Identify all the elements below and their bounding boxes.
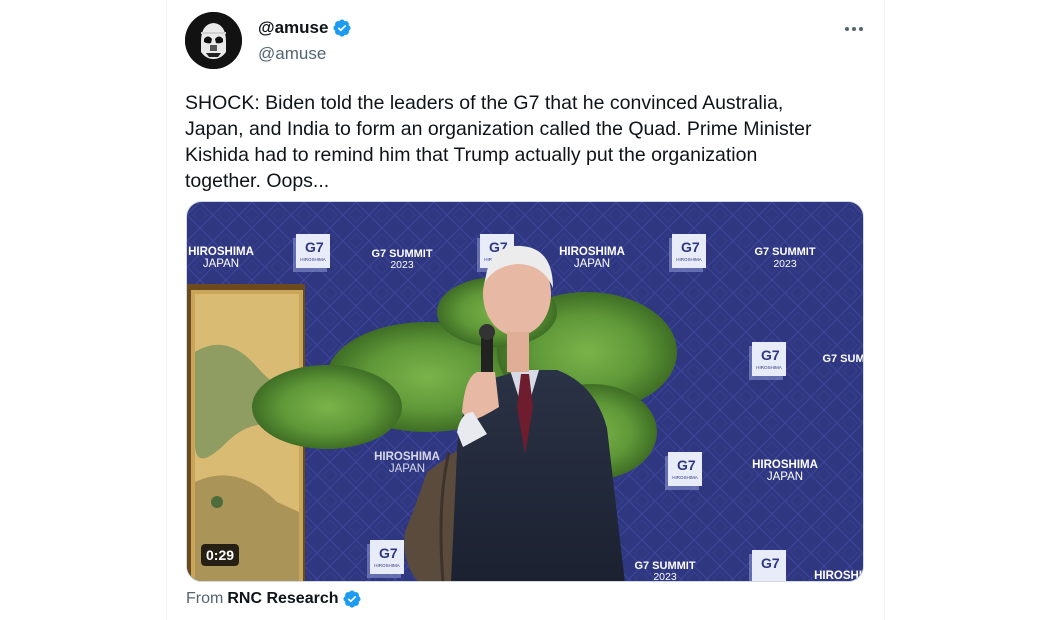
svg-text:G7: G7	[677, 457, 696, 473]
display-name[interactable]: @amuse	[258, 18, 328, 38]
verified-badge-icon	[342, 589, 362, 609]
svg-text:HIROSHIMA: HIROSHIMA	[374, 563, 400, 568]
svg-text:2023: 2023	[773, 258, 797, 270]
svg-text:G7 SUMMIT: G7 SUMMIT	[822, 353, 864, 365]
svg-text:G7: G7	[761, 555, 780, 571]
verified-badge-icon[interactable]	[332, 18, 352, 38]
svg-text:HIROSHIMA: HIROSHIMA	[676, 257, 702, 262]
svg-text:JAPAN: JAPAN	[389, 463, 425, 475]
attribution-source-link[interactable]: RNC Research	[227, 590, 338, 608]
backdrop-hiroshima: HIROSHIMA	[188, 246, 254, 258]
svg-text:G7: G7	[761, 347, 780, 363]
stormtrooper-avatar-icon	[185, 12, 242, 69]
svg-text:JAPAN: JAPAN	[203, 258, 239, 270]
svg-text:G7 SUMMIT: G7 SUMMIT	[754, 246, 815, 258]
svg-text:HIROSHIMA: HIROSHIMA	[814, 570, 864, 582]
svg-text:HIROSHIMA: HIROSHIMA	[374, 451, 440, 463]
video-duration: 0:29	[201, 544, 240, 566]
svg-text:G7: G7	[681, 239, 700, 255]
attribution-from-label: From	[186, 590, 224, 607]
svg-text:2023: 2023	[390, 259, 414, 271]
tweet-text: SHOCK: Biden told the leaders of the G7 …	[185, 92, 812, 192]
svg-text:G7: G7	[379, 545, 398, 561]
svg-text:HIROSHIMA: HIROSHIMA	[756, 365, 782, 370]
tweet-card: @amuse @amuse SHOCK: Biden told the lead…	[167, 0, 884, 620]
author-names: @amuse @amuse	[258, 16, 352, 64]
author-handle[interactable]: @amuse	[258, 44, 352, 64]
svg-text:JAPAN: JAPAN	[574, 258, 610, 270]
svg-text:2023: 2023	[653, 571, 677, 582]
svg-text:HIROSHIMA: HIROSHIMA	[300, 257, 326, 262]
svg-text:HIROSHIMA: HIROSHIMA	[559, 246, 625, 258]
timeline-right-border	[884, 0, 885, 620]
display-name-row: @amuse	[258, 16, 352, 40]
video-frame: HIROSHIMA JAPAN G7 SUMMIT 2023 HIROSHIMA…	[187, 202, 864, 582]
svg-text:HIROSHIMA: HIROSHIMA	[672, 475, 698, 480]
svg-text:G7: G7	[305, 239, 324, 255]
svg-text:HIROSHIMA: HIROSHIMA	[752, 459, 818, 471]
video-attribution: From RNC Research	[186, 589, 362, 609]
more-options-icon[interactable]	[839, 14, 869, 44]
video-player[interactable]: HIROSHIMA JAPAN G7 SUMMIT 2023 HIROSHIMA…	[186, 201, 864, 582]
avatar[interactable]	[185, 12, 242, 69]
svg-text:JAPAN: JAPAN	[767, 471, 803, 483]
